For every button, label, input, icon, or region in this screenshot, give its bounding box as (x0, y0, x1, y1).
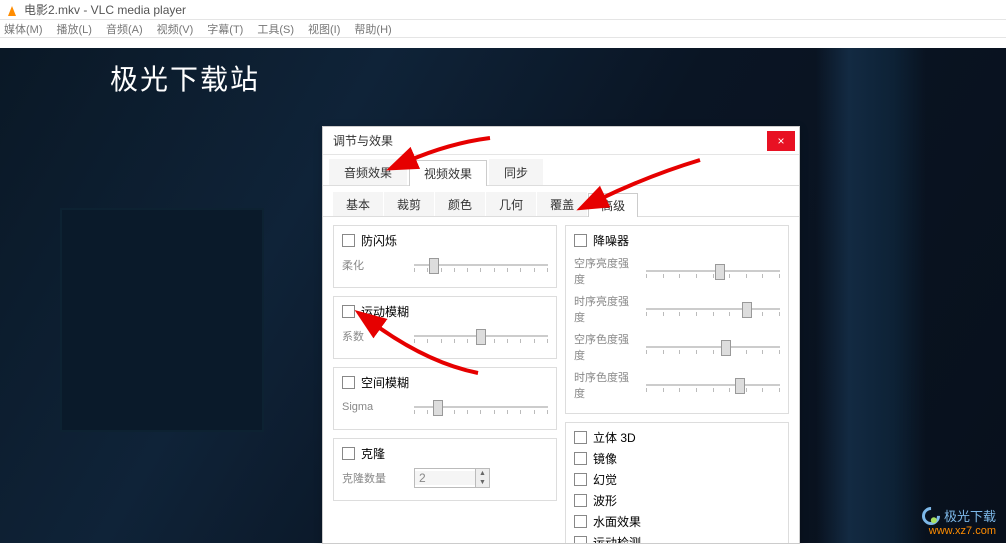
panel-body: 防闪烁 柔化 运动模糊 系数 (323, 217, 799, 543)
slider-sigma[interactable] (414, 397, 548, 417)
main-menubar[interactable]: 媒体(M) 播放(L) 音频(A) 视频(V) 字幕(T) 工具(S) 视图(I… (0, 20, 1006, 38)
menu-view[interactable]: 视图(I) (308, 21, 340, 37)
checkbox-stereo3d[interactable] (574, 431, 587, 444)
subtab-overlay[interactable]: 覆盖 (537, 192, 587, 216)
checkbox-psychedelic[interactable] (574, 473, 587, 486)
spinner-clone-count[interactable]: ▲▼ (414, 468, 490, 488)
label-sigma: Sigma (342, 401, 406, 413)
subtab-geometry[interactable]: 几何 (486, 192, 536, 216)
effects-dialog: 调节与效果 × 音频效果 视频效果 同步 基本 裁剪 颜色 几何 覆盖 高级 防… (322, 126, 800, 544)
group-misc-effects: 立体 3D 镜像 幻觉 波形 水面效果 运动检测 (565, 422, 789, 543)
left-column: 防闪烁 柔化 运动模糊 系数 (333, 225, 557, 535)
spinner-down-icon[interactable]: ▼ (476, 478, 489, 487)
checkbox-denoise[interactable] (574, 234, 587, 247)
tab-sync[interactable]: 同步 (489, 159, 543, 185)
checkbox-spatialblur[interactable] (342, 376, 355, 389)
tab-audio-effects[interactable]: 音频效果 (329, 159, 407, 185)
window-titlebar: 电影2.mkv - VLC media player (0, 0, 1006, 20)
menu-tools[interactable]: 工具(S) (257, 21, 294, 37)
slider-softness[interactable] (414, 255, 548, 275)
label-softness: 柔化 (342, 257, 406, 273)
close-button[interactable]: × (767, 131, 795, 151)
slider-thumb-softness[interactable] (429, 258, 439, 274)
menu-play[interactable]: 播放(L) (57, 21, 92, 37)
slider-thumb-factor[interactable] (476, 329, 486, 345)
dialog-title: 调节与效果 (333, 132, 393, 149)
subtab-basic[interactable]: 基本 (333, 192, 383, 216)
checkbox-motion-detect[interactable] (574, 536, 587, 543)
slider-factor[interactable] (414, 326, 548, 346)
close-icon: × (777, 134, 784, 148)
checkbox-clone[interactable] (342, 447, 355, 460)
window-title: 电影2.mkv - VLC media player (24, 1, 186, 18)
subtab-color[interactable]: 颜色 (435, 192, 485, 216)
vlc-cone-icon (6, 4, 18, 16)
dialog-header[interactable]: 调节与效果 × (323, 127, 799, 155)
checkbox-mirror[interactable] (574, 452, 587, 465)
subtab-advanced[interactable]: 高级 (588, 193, 638, 217)
sub-tab-row: 基本 裁剪 颜色 几何 覆盖 高级 (323, 186, 799, 217)
subtab-crop[interactable]: 裁剪 (384, 192, 434, 216)
group-denoise: 降噪器 空序亮度强度 时序亮度强度 空序色度强度 时序色度强度 (565, 225, 789, 414)
group-antiflicker: 防闪烁 柔化 (333, 225, 557, 288)
slider-denoise-4[interactable] (646, 375, 780, 395)
checkbox-antiflicker[interactable] (342, 234, 355, 247)
label-factor: 系数 (342, 328, 406, 344)
spinner-up-icon[interactable]: ▲ (476, 469, 489, 478)
group-motionblur: 运动模糊 系数 (333, 296, 557, 359)
right-column: 降噪器 空序亮度强度 时序亮度强度 空序色度强度 时序色度强度 立体 3D 镜像… (565, 225, 789, 535)
clone-count-input[interactable] (415, 471, 475, 485)
checkbox-motionblur[interactable] (342, 305, 355, 318)
checkbox-waves[interactable] (574, 494, 587, 507)
menu-help[interactable]: 帮助(H) (354, 21, 391, 37)
slider-denoise-3[interactable] (646, 337, 780, 357)
tab-video-effects[interactable]: 视频效果 (409, 160, 487, 186)
slider-thumb-sigma[interactable] (433, 400, 443, 416)
main-tab-row: 音频效果 视频效果 同步 (323, 155, 799, 186)
slider-denoise-2[interactable] (646, 299, 780, 319)
menu-media[interactable]: 媒体(M) (4, 21, 43, 37)
slider-denoise-1[interactable] (646, 261, 780, 281)
site-logo: 极光下载 www.xz7.com (922, 506, 996, 537)
menu-subtitle[interactable]: 字幕(T) (207, 21, 243, 37)
menu-video[interactable]: 视频(V) (157, 21, 194, 37)
watermark-text: 极光下载站 (110, 58, 260, 98)
group-spatialblur: 空间模糊 Sigma (333, 367, 557, 430)
checkbox-water[interactable] (574, 515, 587, 528)
menu-audio[interactable]: 音频(A) (106, 21, 143, 37)
group-clone: 克隆 克隆数量 ▲▼ (333, 438, 557, 501)
label-clone-count: 克隆数量 (342, 470, 406, 486)
